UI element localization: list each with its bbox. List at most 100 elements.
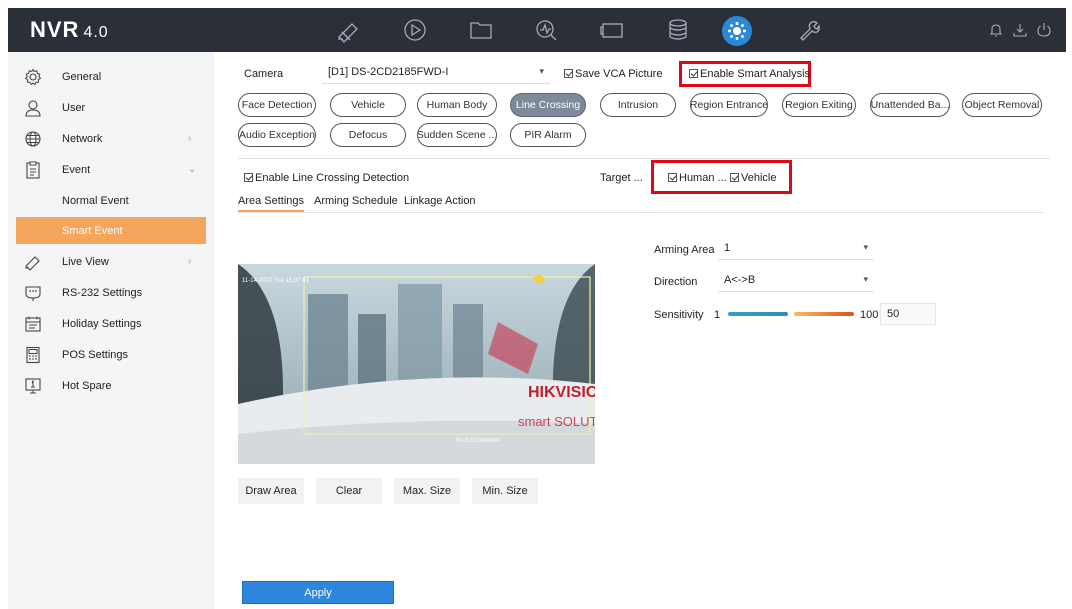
camera-label: Camera — [244, 68, 284, 80]
chevron-down-icon: ▾ — [539, 66, 544, 76]
arming-area-value: 1 — [724, 242, 731, 254]
camera-preview-image: HIKVISION smart SOLUTIO 11-14-2017 Tue 1… — [238, 264, 595, 464]
sidebar-item-label: Network — [62, 133, 103, 145]
sidebar-item-general[interactable]: General — [8, 62, 214, 92]
file-icon[interactable] — [467, 16, 495, 44]
live-view-icon[interactable] — [334, 16, 362, 44]
chevron-right-icon: › — [188, 133, 192, 144]
chevron-down-icon: ▾ — [863, 242, 868, 252]
pill-label: Intrusion — [617, 99, 659, 111]
pill-label: Sudden Scene ... — [417, 129, 497, 141]
event-type-region-exiting[interactable]: Region Exiting — [782, 93, 856, 117]
draw-area-button[interactable]: Draw Area — [238, 478, 304, 504]
direction-value: A<->B — [724, 274, 756, 286]
sidebar-item-event[interactable]: Event ⌄ — [8, 155, 214, 185]
enable-smart-analysis-label: Enable Smart Analysis — [700, 68, 811, 80]
sidebar-item-pos[interactable]: POS Settings — [8, 340, 214, 370]
enable-smart-analysis-checkbox[interactable]: Enable Smart Analysis — [689, 68, 810, 80]
svg-text:11-14-2017 Tue 15:07:41: 11-14-2017 Tue 15:07:41 — [242, 278, 310, 284]
configuration-icon[interactable] — [722, 16, 752, 46]
camera-icon — [24, 253, 42, 271]
pill-label: Audio Exception — [239, 129, 315, 141]
sidebar-item-hot-spare[interactable]: Hot Spare — [8, 371, 214, 401]
event-type-object-removal[interactable]: Object Removal — [962, 93, 1042, 117]
tabs-divider — [238, 212, 1044, 213]
storage-icon[interactable] — [664, 16, 692, 44]
event-type-sudden-scene-change[interactable]: Sudden Scene ... — [417, 123, 497, 147]
direction-select[interactable]: A<->B ▾ — [718, 270, 874, 292]
event-type-line-crossing[interactable]: Line Crossing — [510, 93, 586, 117]
tab-area-settings[interactable]: Area Settings — [238, 195, 305, 212]
chevron-right-icon: › — [188, 256, 192, 267]
apply-button[interactable]: Apply — [242, 581, 394, 604]
sensitivity-max-label: 100 — [860, 309, 879, 321]
sidebar-item-label: Event — [62, 164, 91, 176]
sidebar-item-user[interactable]: User — [8, 93, 214, 123]
download-icon[interactable] — [1012, 22, 1030, 40]
top-navigation-bar: NVR 4.0 — [8, 8, 1066, 52]
hot-spare-icon — [24, 377, 42, 395]
event-type-face-detection[interactable]: Face Detection — [238, 93, 316, 117]
sensitivity-value-input[interactable]: 50 — [880, 303, 936, 325]
sensitivity-slider[interactable] — [728, 308, 854, 320]
event-type-pir-alarm[interactable]: PIR Alarm — [510, 123, 586, 147]
event-type-human-body[interactable]: Human Body — [417, 93, 497, 117]
target-label: Target ... — [600, 172, 643, 184]
event-type-defocus[interactable]: Defocus — [330, 123, 406, 147]
chevron-down-icon: ⌄ — [188, 164, 197, 175]
logo-text: NVR — [30, 17, 80, 42]
sidebar-item-label: POS Settings — [62, 349, 129, 361]
clipboard-icon — [24, 161, 42, 179]
alarm-bell-icon[interactable] — [988, 22, 1006, 40]
playback-icon[interactable] — [401, 16, 429, 44]
target-human-label: Human ... — [679, 172, 727, 184]
svg-text:DS-2CD2185FWD-I: DS-2CD2185FWD-I — [456, 438, 500, 444]
camera-preview[interactable]: HIKVISION smart SOLUTIO 11-14-2017 Tue 1… — [238, 264, 595, 464]
sensitivity-label: Sensitivity — [654, 309, 704, 321]
maintenance-icon[interactable] — [794, 16, 822, 44]
sidebar-item-normal-event[interactable]: Normal Event — [8, 186, 214, 216]
tab-arming-schedule[interactable]: Arming Schedule — [314, 195, 398, 207]
target-vehicle-checkbox[interactable]: Vehicle — [730, 172, 776, 184]
sidebar: General User Network › Event ⌄ Normal Ev… — [8, 52, 214, 609]
event-type-audio-exception[interactable]: Audio Exception — [238, 123, 316, 147]
pill-label: PIR Alarm — [524, 129, 572, 141]
checkbox-checked-icon — [244, 173, 253, 182]
sidebar-item-holiday[interactable]: Holiday Settings — [8, 309, 214, 339]
chevron-down-icon: ▾ — [863, 274, 868, 284]
tab-linkage-action[interactable]: Linkage Action — [404, 195, 476, 207]
sidebar-item-label: Hot Spare — [62, 380, 112, 392]
camera-select[interactable]: [D1] DS-2CD2185FWD-I ▾ — [322, 62, 550, 84]
power-icon[interactable] — [1036, 22, 1054, 40]
event-type-intrusion[interactable]: Intrusion — [600, 93, 676, 117]
sidebar-item-network[interactable]: Network › — [8, 124, 214, 154]
globe-icon — [24, 130, 42, 148]
smart-event-panel: Camera [D1] DS-2CD2185FWD-I ▾ Save VCA P… — [214, 52, 1066, 609]
checkbox-checked-icon — [689, 69, 698, 78]
event-type-region-entrance[interactable]: Region Entrance — [690, 93, 768, 117]
pill-label: Human Body — [426, 99, 488, 111]
sidebar-item-rs232[interactable]: RS-232 Settings — [8, 278, 214, 308]
slider-track-fill — [728, 312, 788, 316]
save-vca-checkbox[interactable]: Save VCA Picture — [564, 68, 662, 80]
target-vehicle-label: Vehicle — [741, 172, 777, 184]
camera-select-value: [D1] DS-2CD2185FWD-I — [328, 66, 449, 78]
event-type-unattended-baggage[interactable]: Unattended Ba... — [870, 93, 950, 117]
sidebar-item-smart-event[interactable]: Smart Event — [16, 217, 206, 244]
direction-label: Direction — [654, 276, 698, 288]
target-human-checkbox[interactable]: Human ... — [668, 172, 727, 184]
smart-analysis-icon[interactable] — [532, 16, 560, 44]
pill-label: Face Detection — [241, 99, 313, 111]
calendar-icon — [24, 315, 42, 333]
vca-icon[interactable] — [598, 16, 626, 44]
min-size-button[interactable]: Min. Size — [472, 478, 538, 504]
max-size-button[interactable]: Max. Size — [394, 478, 460, 504]
arming-area-select[interactable]: 1 ▾ — [718, 238, 874, 260]
sidebar-item-live-view[interactable]: Live View › — [8, 247, 214, 277]
checkbox-checked-icon — [668, 173, 677, 182]
sidebar-item-label: RS-232 Settings — [62, 287, 143, 299]
enable-line-crossing-checkbox[interactable]: Enable Line Crossing Detection — [244, 172, 409, 184]
clear-button[interactable]: Clear — [316, 478, 382, 504]
event-type-vehicle[interactable]: Vehicle — [330, 93, 406, 117]
section-divider — [238, 158, 1050, 159]
